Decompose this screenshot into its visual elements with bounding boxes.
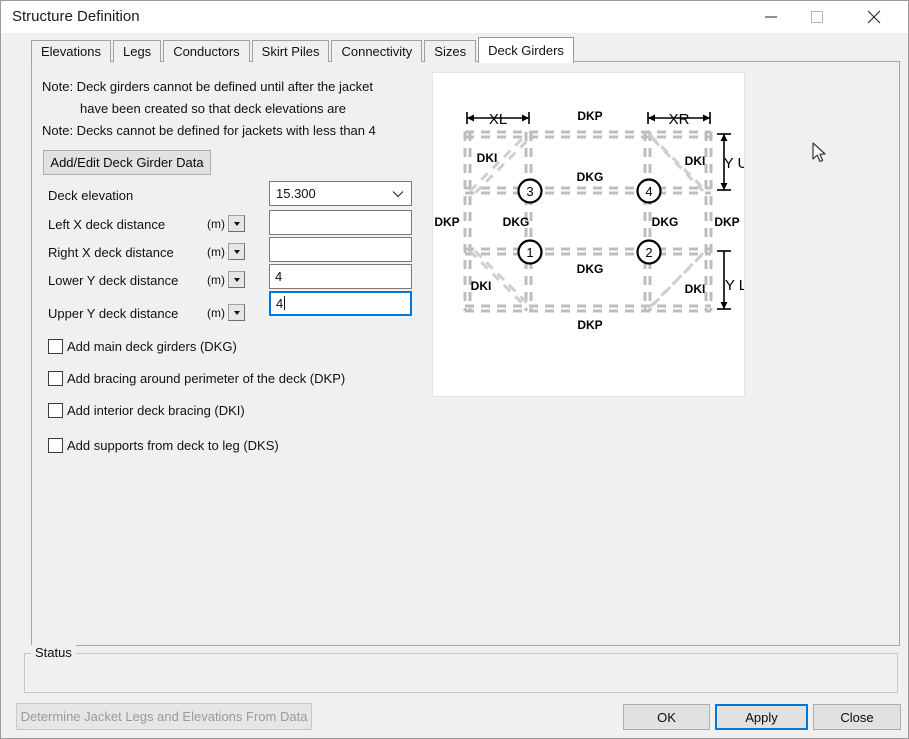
maximize-icon <box>811 10 823 23</box>
dkg-label-lower: DKG <box>577 262 604 276</box>
left-x-deck-distance-label: Left X deck distance <box>48 217 166 232</box>
window-title: Structure Definition <box>12 8 140 25</box>
dki-label-bottom-right: DKI <box>685 282 706 296</box>
lower-y-deck-distance-label: Lower Y deck distance <box>48 273 179 288</box>
checkbox-add-interior-deck-bracing[interactable]: Add interior deck bracing (DKI) <box>48 401 245 419</box>
note-line-1: Note: Deck girders cannot be defined unt… <box>42 79 373 94</box>
node-3-label: 3 <box>526 184 533 199</box>
checkbox-label: Add supports from deck to leg (DKS) <box>67 437 279 453</box>
tab-strip: Elevations Legs Conductors Skirt Piles C… <box>31 37 576 63</box>
note-line-2: have been created so that deck elevation… <box>80 101 346 116</box>
diagram-nodes: 1 2 3 4 <box>517 178 662 265</box>
deck-girder-diagram-svg: 1 2 3 4 XL XR Y Y DKP DKP DKP DKP DKG DK… <box>434 109 744 332</box>
upper-y-unit-dropdown-button[interactable] <box>228 304 245 321</box>
left-x-unit-label: (m) <box>207 217 225 231</box>
chevron-down-icon <box>390 182 406 205</box>
status-group <box>24 653 898 693</box>
dki-label-top-left: DKI <box>477 151 498 165</box>
dkp-label-left: DKP <box>434 215 459 229</box>
apply-button[interactable]: Apply <box>715 704 808 730</box>
checkbox-icon <box>48 402 63 418</box>
dkg-label-left: DKG <box>503 215 530 229</box>
structure-definition-window: Structure Definition Elevations Legs Con… <box>0 0 909 739</box>
checkbox-icon <box>48 338 63 354</box>
node-1-label: 1 <box>526 245 533 260</box>
checkbox-icon <box>48 437 63 453</box>
upper-y-deck-distance-label: Upper Y deck distance <box>48 306 179 321</box>
tab-connectivity[interactable]: Connectivity <box>331 40 423 62</box>
lower-y-unit-label: (m) <box>207 273 225 287</box>
upper-y-deck-distance-value: 4 <box>276 296 284 311</box>
diagram-member-labels: DKP DKP DKP DKP DKG DKG DKG DKG DKI DKI … <box>434 109 739 332</box>
dki-label-top-right: DKI <box>685 154 706 168</box>
deck-elevation-label: Deck elevation <box>48 188 134 203</box>
caret-down-icon <box>233 249 240 254</box>
deck-girders-panel: Note: Deck girders cannot be defined unt… <box>31 61 900 646</box>
left-x-unit-dropdown-button[interactable] <box>228 215 245 232</box>
status-group-label: Status <box>31 645 76 660</box>
checkbox-icon <box>48 370 63 386</box>
text-caret <box>284 296 286 310</box>
tab-sizes[interactable]: Sizes <box>424 40 477 62</box>
xl-dimension-label: XL <box>489 111 507 128</box>
close-button[interactable] <box>851 1 897 32</box>
deck-elevation-value: 15.300 <box>276 186 316 201</box>
tab-conductors[interactable]: Conductors <box>163 40 250 62</box>
tab-legs[interactable]: Legs <box>112 40 162 62</box>
close-dialog-button[interactable]: Close <box>813 704 901 730</box>
close-icon <box>867 10 881 23</box>
checkbox-label: Add interior deck bracing (DKI) <box>67 402 245 418</box>
dkg-label-right: DKG <box>652 215 679 229</box>
ok-button[interactable]: OK <box>623 704 710 730</box>
node-2-label: 2 <box>645 245 652 260</box>
caret-down-icon <box>233 221 240 226</box>
dki-label-bottom-left: DKI <box>471 279 492 293</box>
node-4-label: 4 <box>645 184 652 199</box>
dkp-label-right: DKP <box>714 215 739 229</box>
note-line-3: Note: Decks cannot be defined for jacket… <box>42 123 376 138</box>
upper-y-deck-distance-input[interactable]: 4 <box>269 291 412 316</box>
xr-dimension-label: XR <box>669 111 690 128</box>
lower-y-deck-distance-input[interactable]: 4 <box>269 264 412 289</box>
minimize-icon <box>765 16 777 17</box>
diagram-dimension-arrows <box>466 112 731 310</box>
maximize-button[interactable] <box>794 1 840 32</box>
determine-jacket-legs-button[interactable]: Determine Jacket Legs and Elevations Fro… <box>16 703 312 730</box>
title-bar: Structure Definition <box>1 1 908 33</box>
checkbox-add-deck-to-leg-supports[interactable]: Add supports from deck to leg (DKS) <box>48 436 279 454</box>
tab-deck-girders[interactable]: Deck Girders <box>478 37 574 63</box>
dkp-label-top: DKP <box>577 109 602 123</box>
dkg-label-upper: DKG <box>577 170 604 184</box>
deck-elevation-combo[interactable]: 15.300 <box>269 181 412 206</box>
yl-dimension-label: Y L <box>725 277 744 294</box>
upper-y-unit-label: (m) <box>207 306 225 320</box>
deck-girder-diagram: 1 2 3 4 XL XR Y Y DKP DKP DKP DKP DKG DK… <box>432 72 745 397</box>
add-edit-deck-girder-data-button[interactable]: Add/Edit Deck Girder Data <box>43 150 211 175</box>
right-x-deck-distance-label: Right X deck distance <box>48 245 174 260</box>
minimize-button[interactable] <box>748 1 794 32</box>
caret-down-icon <box>233 277 240 282</box>
left-x-deck-distance-input[interactable] <box>269 210 412 235</box>
yu-dimension-label: Y U <box>724 155 744 172</box>
checkbox-label: Add bracing around perimeter of the deck… <box>67 370 346 386</box>
tab-elevations[interactable]: Elevations <box>31 40 111 62</box>
right-x-unit-dropdown-button[interactable] <box>228 243 245 260</box>
checkbox-add-perimeter-bracing[interactable]: Add bracing around perimeter of the deck… <box>48 369 345 387</box>
caret-down-icon <box>233 310 240 315</box>
right-x-deck-distance-input[interactable] <box>269 237 412 262</box>
dkp-label-bottom: DKP <box>577 318 602 332</box>
checkbox-label: Add main deck girders (DKG) <box>67 338 237 354</box>
tab-skirt-piles[interactable]: Skirt Piles <box>251 40 330 62</box>
checkbox-add-main-deck-girders[interactable]: Add main deck girders (DKG) <box>48 337 237 355</box>
lower-y-unit-dropdown-button[interactable] <box>228 271 245 288</box>
right-x-unit-label: (m) <box>207 245 225 259</box>
